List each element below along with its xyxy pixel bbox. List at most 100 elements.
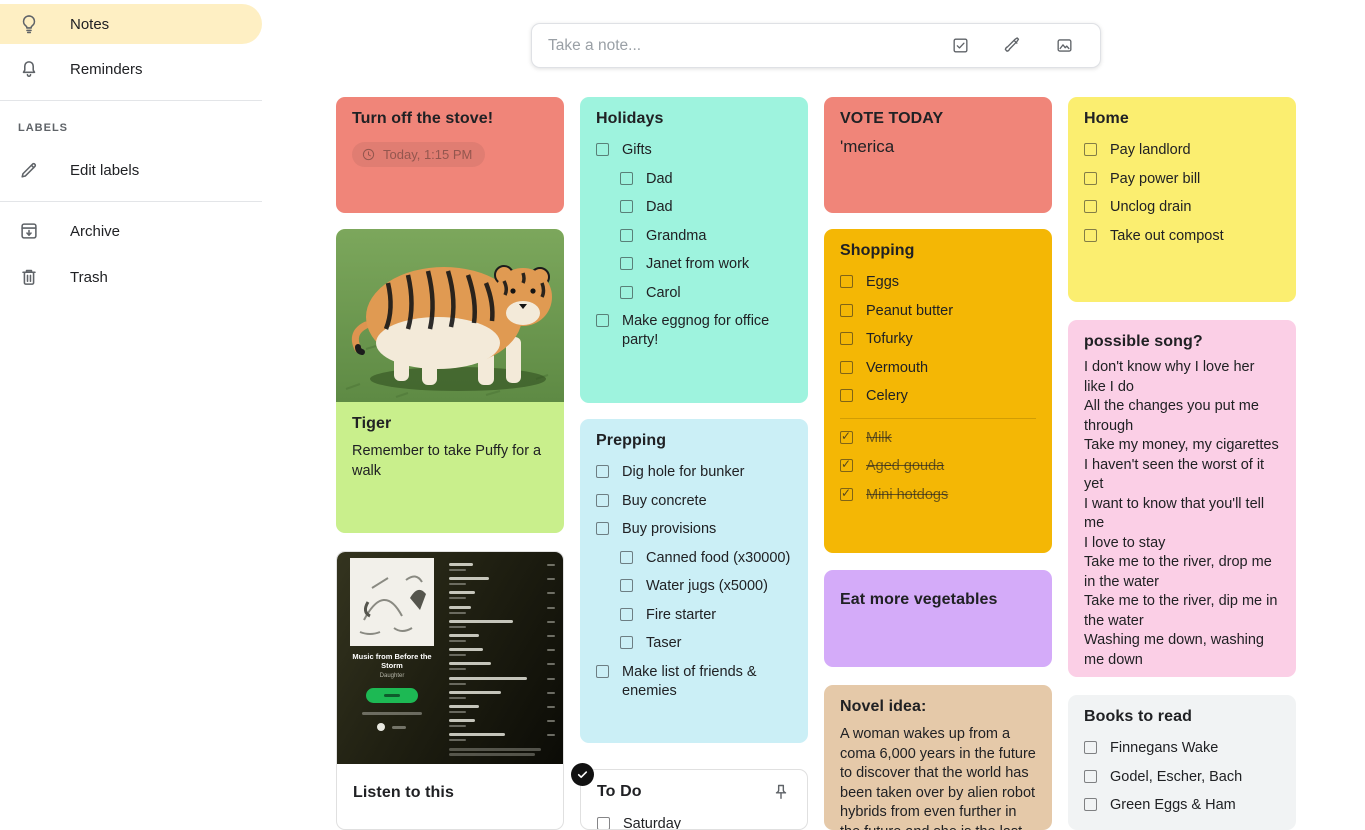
checkbox-icon[interactable] [840, 332, 853, 345]
note-card-turn-off-stove[interactable]: Turn off the stove! Today, 1:15 PM [336, 97, 564, 213]
note-card-home[interactable]: Home Pay landlord Pay power bill Unclog … [1068, 97, 1296, 302]
checklist-item[interactable]: Grandma [620, 227, 792, 246]
track-row [449, 731, 555, 745]
take-a-note-input[interactable] [548, 37, 951, 55]
reminder-chip[interactable]: Today, 1:15 PM [352, 142, 485, 167]
checklist-item[interactable]: Canned food (x30000) [620, 549, 792, 568]
checklist-item-checked[interactable]: Mini hotdogs [840, 486, 1036, 505]
checklist-item[interactable]: Buy provisions [596, 520, 792, 539]
sidebar-item-trash[interactable]: Trash [0, 257, 262, 297]
new-image-icon[interactable] [1055, 36, 1074, 55]
checkbox-icon[interactable] [596, 314, 609, 327]
checkbox-icon[interactable] [596, 665, 609, 678]
note-card-shopping[interactable]: Shopping Eggs Peanut butter Tofurky Verm… [824, 229, 1052, 553]
note-title: Novel idea: [840, 698, 1036, 716]
checked-checkbox-icon[interactable] [840, 431, 853, 444]
checklist-item[interactable]: Make list of friends & enemies [596, 663, 792, 701]
checkbox-icon[interactable] [840, 304, 853, 317]
note-card-books-to-read[interactable]: Books to read Finnegans Wake Godel, Esch… [1068, 695, 1296, 830]
checklist-item[interactable]: Eggs [840, 273, 1036, 292]
note-card-tiger[interactable]: Tiger Remember to take Puffy for a walk [336, 229, 564, 533]
checkbox-icon[interactable] [1084, 770, 1097, 783]
tiger-photo [336, 229, 564, 402]
checklist-item[interactable]: Saturday [597, 815, 791, 830]
sidebar-item-archive[interactable]: Archive [0, 211, 262, 251]
checkbox-icon[interactable] [840, 361, 853, 374]
checklist-item[interactable]: Dig hole for bunker [596, 463, 792, 482]
pin-icon[interactable] [771, 782, 791, 802]
checkbox-icon[interactable] [620, 257, 633, 270]
checkbox-icon[interactable] [597, 817, 610, 830]
checkbox-icon[interactable] [596, 522, 609, 535]
spotify-screenshot: Music from Before the Storm Daughter [337, 552, 564, 764]
checked-checkbox-icon[interactable] [840, 459, 853, 472]
checklist-item[interactable]: Fire starter [620, 606, 792, 625]
checklist-item[interactable]: Pay power bill [1084, 170, 1280, 189]
reminder-time: Today, 1:15 PM [383, 147, 472, 162]
checklist-item[interactable]: Gifts [596, 141, 792, 160]
selected-check-badge[interactable] [571, 763, 594, 786]
note-card-novel-idea[interactable]: Novel idea: A woman wakes up from a coma… [824, 685, 1052, 830]
checklist-item[interactable]: Take out compost [1084, 227, 1280, 246]
sidebar-item-notes[interactable]: Notes [0, 4, 262, 44]
sidebar-item-reminders[interactable]: Reminders [0, 49, 262, 89]
new-drawing-brush-icon[interactable] [1003, 36, 1022, 55]
checkbox-icon[interactable] [1084, 172, 1097, 185]
note-card-holidays[interactable]: Holidays Gifts Dad Dad Grandma Janet fro… [580, 97, 808, 403]
checkbox-icon[interactable] [620, 172, 633, 185]
pencil-icon [18, 159, 40, 181]
checklist-item[interactable]: Buy concrete [596, 492, 792, 511]
checklist-item-checked[interactable]: Aged gouda [840, 457, 1036, 476]
checkbox-icon[interactable] [1084, 741, 1097, 754]
checkbox-icon[interactable] [840, 275, 853, 288]
new-list-icon[interactable] [951, 36, 970, 55]
note-card-vote-today[interactable]: VOTE TODAY 'merica [824, 97, 1052, 213]
checklist-item[interactable]: Green Eggs & Ham [1084, 796, 1280, 815]
checklist-item[interactable]: Water jugs (x5000) [620, 577, 792, 596]
take-a-note-bar[interactable] [531, 23, 1101, 68]
checklist-item[interactable]: Pay landlord [1084, 141, 1280, 160]
note-card-listen-to-this[interactable]: Music from Before the Storm Daughter Lis… [336, 551, 564, 830]
sidebar-divider [0, 201, 262, 202]
checklist-item[interactable]: Vermouth [840, 359, 1036, 378]
checkbox-icon[interactable] [596, 143, 609, 156]
checkbox-icon[interactable] [1084, 798, 1097, 811]
sidebar-item-edit-labels[interactable]: Edit labels [0, 150, 262, 190]
checkbox-icon[interactable] [620, 608, 633, 621]
checklist-item-checked[interactable]: Milk [840, 429, 1036, 448]
composer-icons [951, 36, 1074, 55]
checklist-item[interactable]: Dad [620, 198, 792, 217]
checkbox-icon[interactable] [596, 494, 609, 507]
checkbox-icon[interactable] [620, 200, 633, 213]
checklist-item[interactable]: Finnegans Wake [1084, 739, 1280, 758]
checkbox-icon[interactable] [620, 636, 633, 649]
checklist-item[interactable]: Celery [840, 387, 1036, 406]
sidebar-item-label: Edit labels [70, 162, 139, 179]
checkbox-icon[interactable] [620, 229, 633, 242]
note-card-eat-more-vegetables[interactable]: Eat more vegetables [824, 570, 1052, 667]
checklist-item[interactable]: Tofurky [840, 330, 1036, 349]
checkbox-icon[interactable] [620, 286, 633, 299]
track-row [449, 689, 555, 703]
checklist-item[interactable]: Godel, Escher, Bach [1084, 768, 1280, 787]
checkbox-icon[interactable] [1084, 200, 1097, 213]
checkbox-icon[interactable] [1084, 143, 1097, 156]
checklist-item[interactable]: Make eggnog for office party! [596, 312, 792, 350]
checkbox-icon[interactable] [620, 551, 633, 564]
checkbox-icon[interactable] [1084, 229, 1097, 242]
checkbox-icon[interactable] [840, 389, 853, 402]
note-card-possible-song[interactable]: possible song? I don't know why I love h… [1068, 320, 1296, 677]
checklist-item[interactable]: Carol [620, 284, 792, 303]
note-card-prepping[interactable]: Prepping Dig hole for bunker Buy concret… [580, 419, 808, 743]
checked-checkbox-icon[interactable] [840, 488, 853, 501]
note-card-todo[interactable]: To Do Saturday [580, 769, 808, 830]
checklist-item[interactable]: Peanut butter [840, 302, 1036, 321]
track-row [449, 561, 555, 575]
checklist-item[interactable]: Unclog drain [1084, 198, 1280, 217]
checkbox-icon[interactable] [596, 465, 609, 478]
copyright-line [449, 753, 535, 756]
checklist-item[interactable]: Dad [620, 170, 792, 189]
checklist-item[interactable]: Taser [620, 634, 792, 653]
checkbox-icon[interactable] [620, 579, 633, 592]
checklist-item[interactable]: Janet from work [620, 255, 792, 274]
